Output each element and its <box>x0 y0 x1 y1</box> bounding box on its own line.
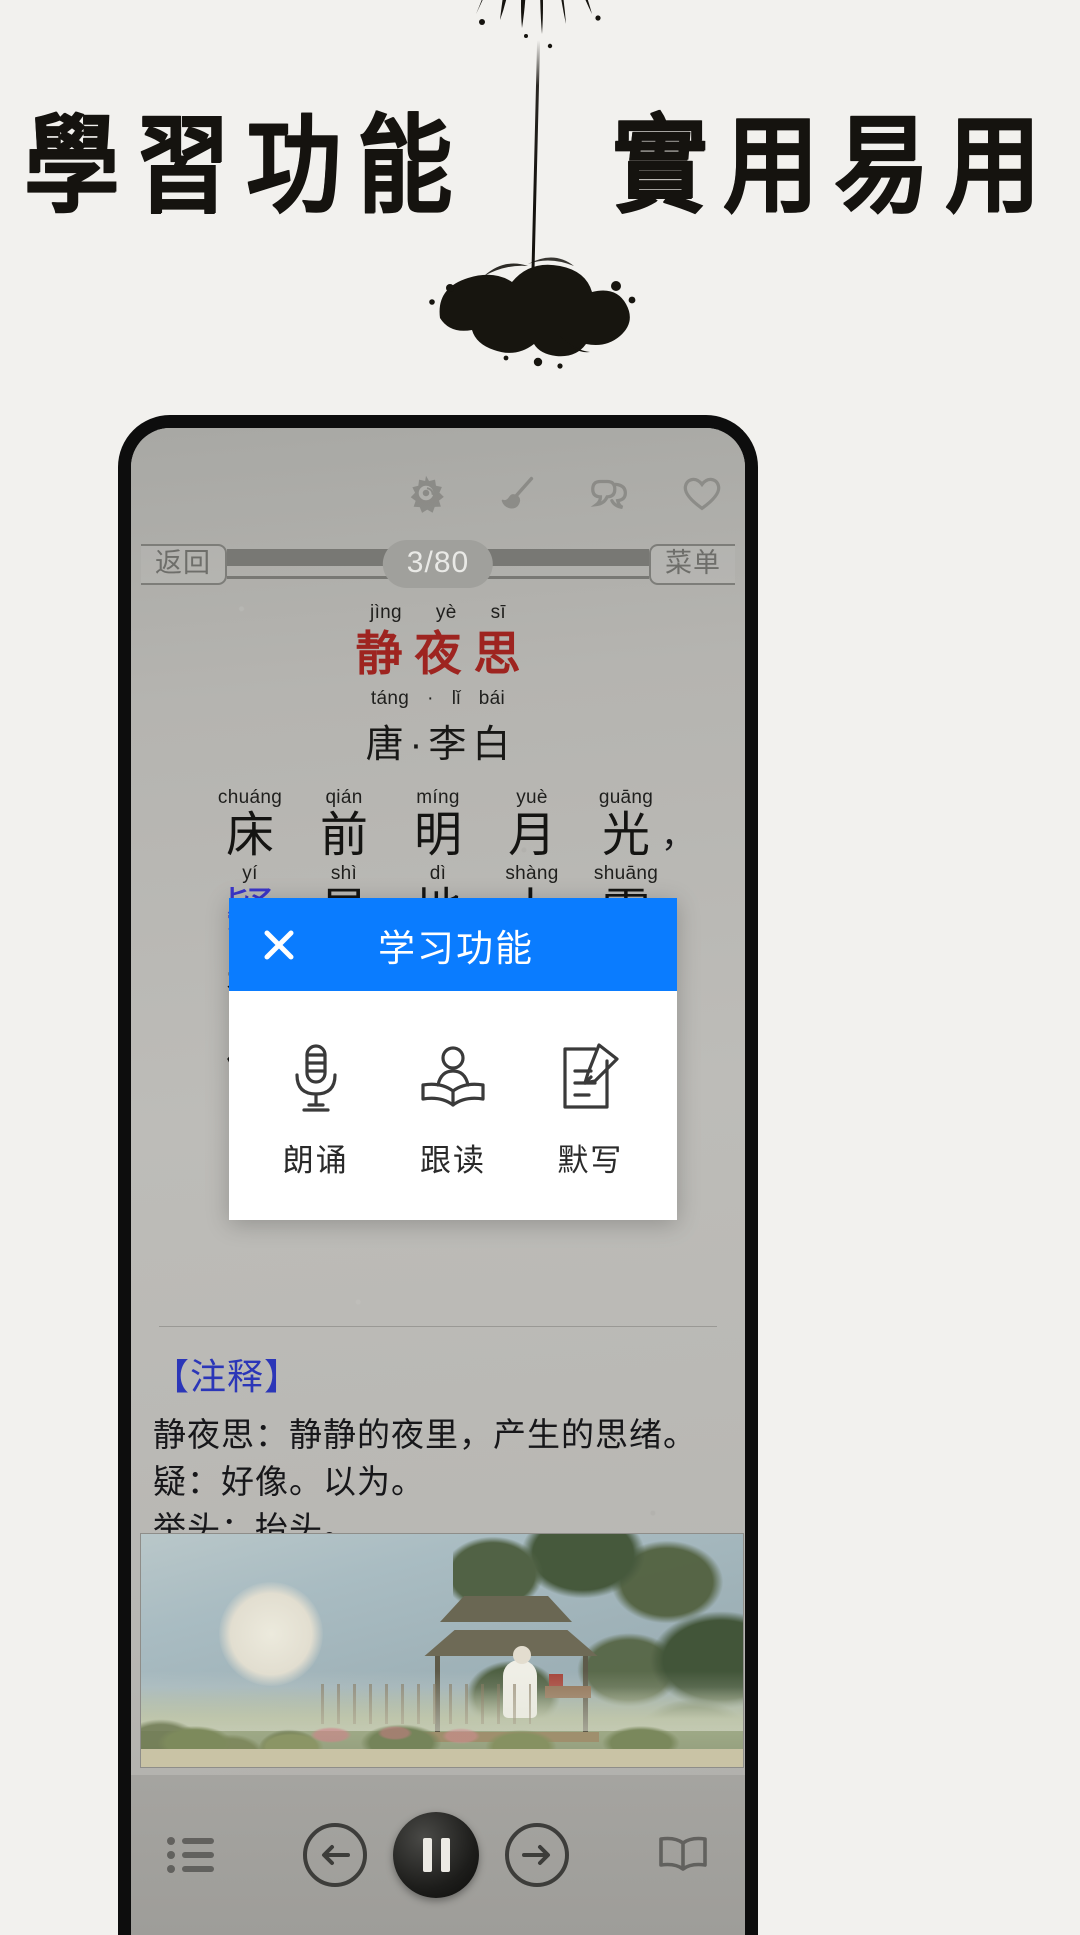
comment-icon[interactable] <box>587 470 633 516</box>
next-arrow-icon[interactable] <box>505 1823 569 1887</box>
section-divider <box>159 1326 717 1327</box>
heart-icon[interactable] <box>679 470 725 516</box>
poem-line[interactable]: chuáng 床 qián 前 míng 明 yuè 月 guāng 光 ， <box>131 788 745 861</box>
annotation-line: 疑：好像。以为。 <box>153 1462 425 1500</box>
pinyin: sī <box>490 602 506 623</box>
app-screen: 返回 菜单 3/80 jìng yè sī 静夜思 táng · lǐ bái … <box>131 428 745 1935</box>
pinyin: yè <box>435 602 457 623</box>
app-toolbar <box>403 470 725 516</box>
menu-button[interactable]: 菜单 <box>649 543 735 585</box>
pinyin: chuáng <box>217 787 283 809</box>
page-indicator: 3/80 <box>382 540 494 588</box>
dialog-header: 学习功能 <box>229 898 677 991</box>
hanzi[interactable]: 明 <box>391 811 485 861</box>
hanzi[interactable]: 月 <box>485 811 579 861</box>
previous-arrow-icon[interactable] <box>303 1823 367 1887</box>
poem-char: chuáng 床 <box>203 788 297 861</box>
close-icon[interactable] <box>257 923 301 967</box>
transport-controls <box>303 1812 569 1898</box>
dialog-body: 朗诵 跟读 默写 <box>229 991 677 1220</box>
annotations-section: 【注释】 静夜思：静静的夜里，产生的思绪。 疑：好像。以为。 举头：抬头。 <box>153 1348 728 1553</box>
ink-splash-bottom <box>410 240 670 375</box>
pinyin: yuè <box>516 787 548 809</box>
poem-char: qián 前 <box>297 788 391 861</box>
pinyin: shuāng <box>593 863 659 885</box>
poem-char: guāng 光 <box>579 788 673 861</box>
poem-title: 静夜思 <box>355 627 533 680</box>
pinyin: míng <box>416 787 460 809</box>
poem-author: 唐·李白 <box>365 724 517 767</box>
option-label: 默写 <box>557 1143 624 1178</box>
punctuation: ， <box>661 817 695 856</box>
app-navbar: 返回 菜单 3/80 <box>131 538 745 590</box>
pinyin: lǐ <box>451 688 461 710</box>
follow-read-option[interactable]: 跟读 <box>387 1037 519 1180</box>
poem-char: yuè月 <box>485 788 579 861</box>
study-functions-dialog: 学习功能 朗诵 跟读 默写 <box>229 898 677 1220</box>
pinyin: dì <box>429 863 447 885</box>
poem-title-pinyin: jìng yè sī <box>131 603 745 622</box>
pinyin: shì <box>330 863 358 885</box>
option-label: 朗诵 <box>282 1143 349 1178</box>
settings-icon[interactable] <box>403 470 449 516</box>
poem-author-pinyin: táng · lǐ bái <box>131 689 745 708</box>
pinyin: shàng <box>505 863 559 885</box>
microphone-icon <box>250 1037 382 1115</box>
annotation-line: 静夜思：静静的夜里，产生的思绪。 <box>153 1416 697 1453</box>
pinyin: qián <box>325 787 363 809</box>
pinyin: jìng <box>370 602 402 623</box>
back-button[interactable]: 返回 <box>141 543 227 585</box>
poem-char: míng明 <box>391 788 485 861</box>
option-label: 跟读 <box>419 1143 486 1178</box>
read-along-icon <box>387 1037 519 1115</box>
headline-left: 學習功能 <box>23 103 468 228</box>
pinyin: táng <box>370 688 410 710</box>
player-bar <box>131 1775 745 1935</box>
headline-right: 實用易用 <box>612 103 1057 228</box>
list-icon[interactable] <box>165 1834 217 1876</box>
dictation-option[interactable]: 默写 <box>524 1037 656 1180</box>
poem-illustration[interactable] <box>140 1533 744 1768</box>
ink-splash-top <box>430 0 650 70</box>
pinyin: bái <box>478 688 506 710</box>
pinyin: · <box>427 688 434 710</box>
hanzi[interactable]: 光 <box>579 811 673 861</box>
pinyin: guāng <box>598 787 654 809</box>
pause-icon[interactable] <box>393 1812 479 1898</box>
book-icon[interactable] <box>655 1833 711 1877</box>
hanzi[interactable]: 床 <box>203 811 297 861</box>
annotations-heading: 【注释】 <box>153 1356 302 1397</box>
pinyin: yí <box>242 863 258 885</box>
phone-mockup: 返回 菜单 3/80 jìng yè sī 静夜思 táng · lǐ bái … <box>118 415 758 1935</box>
recite-option[interactable]: 朗诵 <box>250 1037 382 1180</box>
page-title: 學習功能 實用易用 <box>0 88 1080 228</box>
hanzi[interactable]: 前 <box>297 811 391 861</box>
write-icon <box>524 1037 656 1115</box>
brush-icon[interactable] <box>495 470 541 516</box>
